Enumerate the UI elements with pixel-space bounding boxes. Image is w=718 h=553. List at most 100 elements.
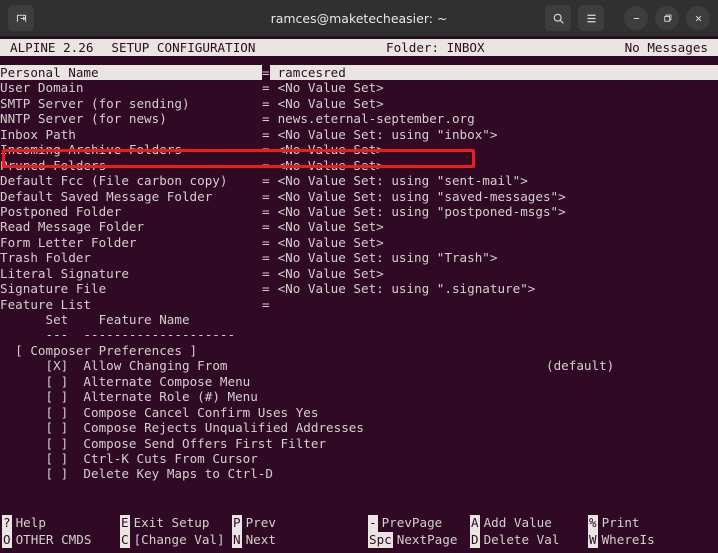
feature-item[interactable]: [ ] Compose Cancel Confirm Uses Yes [0,405,718,420]
config-row[interactable]: Trash Folder = <No Value Set: using "Tras… [0,250,718,265]
feature-section-header: [ Composer Preferences ] [0,342,198,358]
config-row-equals: = [262,234,270,250]
help-key[interactable]: A [470,515,480,532]
config-row[interactable]: User Domain = <No Value Set> [0,80,718,95]
feature-item[interactable]: [ ] Delete Key Maps to Ctrl-D [0,466,718,481]
feature-item[interactable]: [ ] Ctrl-K Cuts From Cursor [0,451,718,466]
feature-checkbox[interactable]: [ ] [46,374,69,389]
feature-label: Delete Key Maps to Ctrl-D [83,466,273,482]
help-key[interactable]: W [588,531,598,548]
help-entry[interactable]: ? Help [2,515,46,532]
config-row-value[interactable]: <No Value Set: using "sent-mail"> [270,173,528,188]
config-row-equals: = [262,188,270,204]
close-icon[interactable] [686,6,710,30]
config-row-equals: = [262,296,270,312]
config-row-value[interactable]: <No Value Set> [270,96,384,111]
feature-item[interactable]: [ ] Alternate Role (#) Menu [0,389,718,404]
feature-item[interactable]: [ ] Alternate Compose Menu [0,374,718,389]
help-entry[interactable]: O OTHER CMDS [2,531,92,548]
minimize-icon[interactable] [624,6,648,30]
feature-checkbox[interactable]: [ ] [46,420,69,435]
help-key[interactable]: N [232,531,242,548]
config-row-value[interactable]: ramcesred [270,65,718,81]
config-row-value[interactable]: <No Value Set: using "Trash"> [270,250,498,265]
config-row[interactable]: Personal Name = ramcesred [0,65,718,81]
help-entry[interactable]: W WhereIs [588,531,655,548]
config-row[interactable]: Feature List = [0,297,718,312]
config-row[interactable]: SMTP Server (for sending) = <No Value Set… [0,96,718,111]
help-key[interactable]: D [470,531,480,548]
help-key[interactable]: % [588,515,598,532]
help-key[interactable]: O [2,531,12,548]
help-entry[interactable]: Spc NextPage [368,531,458,548]
config-row-value[interactable]: news.eternal-september.org [270,111,475,126]
config-row-value[interactable]: <No Value Set> [270,80,384,95]
feature-item[interactable]: [ ] Compose Rejects Unqualified Addresse… [0,420,718,435]
config-list[interactable]: Personal Name = ramcesred User Domain = <No… [0,65,718,482]
feature-label: Compose Cancel Confirm Uses Yes [83,404,319,420]
feature-checkbox[interactable]: [ ] [46,451,69,466]
help-entry[interactable]: A Add Value [470,515,552,532]
config-row-value[interactable]: <No Value Set> [270,219,384,234]
feature-checkbox[interactable]: [ ] [46,436,69,451]
maximize-icon[interactable] [655,6,679,30]
config-row[interactable]: Postponed Folder = <No Value Set: using "… [0,204,718,219]
feature-checkbox[interactable]: [ ] [46,389,69,404]
feature-default-note: (default) [546,358,615,374]
help-key[interactable]: - [368,515,378,532]
config-row-value[interactable]: <No Value Set: using "inbox"> [270,127,498,142]
config-row[interactable]: Read Message Folder = <No Value Set> [0,219,718,234]
new-tab-icon[interactable] [8,5,34,31]
feature-checkbox[interactable]: [ ] [46,466,69,481]
help-key[interactable]: Spc [368,531,393,548]
config-row-equals: = [262,65,270,80]
help-label: Exit Setup [133,515,210,530]
feature-item[interactable]: [X] Allow Changing From (default) [0,358,718,373]
config-row-equals: = [262,173,270,189]
window-titlebar: ramces@maketecheasier: ~ [0,0,718,37]
help-label: NextPage [396,531,458,547]
help-entry[interactable]: % Print [588,515,640,532]
help-key[interactable]: E [120,515,130,532]
config-row-label: Postponed Folder [0,203,122,219]
config-row-label: Default Fcc (File carbon copy) [0,173,228,189]
alpine-screen-title: SETUP CONFIGURATION [111,39,256,55]
feature-checkbox[interactable]: [X] [46,358,69,373]
search-icon[interactable] [545,5,571,31]
config-row[interactable]: Default Fcc (File carbon copy) = <No Valu… [0,173,718,188]
config-row-value[interactable]: <No Value Set> [270,235,384,250]
config-row-value[interactable]: <No Value Set: using "saved-messages"> [270,189,566,204]
alpine-version: ALPINE 2.26 [10,39,94,55]
feature-checkbox[interactable]: [ ] [46,405,69,420]
help-label: OTHER CMDS [15,531,92,547]
config-row-label: User Domain [0,80,84,96]
help-entry[interactable]: D Delete Val [470,531,560,548]
help-label: Print [601,515,640,530]
hamburger-menu-icon[interactable] [578,5,604,31]
config-row-value[interactable]: <No Value Set: using ".signature"> [270,281,536,296]
config-row[interactable]: Inbox Path = <No Value Set: using "inbox"… [0,127,718,142]
help-key[interactable]: ? [2,515,12,532]
help-key[interactable]: C [120,531,130,548]
help-entry[interactable]: P Prev [232,515,276,532]
config-row[interactable]: Literal Signature = <No Value Set> [0,266,718,281]
help-entry[interactable]: E Exit Setup [120,515,209,532]
config-row-label: Trash Folder [0,250,91,266]
help-entry[interactable]: C [Change Val] [120,531,225,548]
config-row[interactable]: Form Letter Folder = <No Value Set> [0,235,718,250]
help-key[interactable]: P [232,515,242,532]
config-row-equals: = [262,111,270,127]
help-label: Delete Val [483,531,560,547]
config-row-value[interactable]: <No Value Set> [270,266,384,281]
terminal-screen[interactable]: ALPINE 2.26 SETUP CONFIGURATION Folder: … [0,37,718,553]
help-entry[interactable]: N Next [232,531,276,548]
config-row-value[interactable]: <No Value Set: using "postponed-msgs"> [270,204,566,219]
config-row[interactable]: Default Saved Message Folder = <No Value … [0,189,718,204]
feature-item[interactable]: [ ] Compose Send Offers First Filter [0,436,718,451]
help-entry[interactable]: - PrevPage [368,515,442,532]
config-row[interactable]: NNTP Server (for news) = news.eternal-sep… [0,111,718,126]
config-row-value[interactable] [270,297,278,312]
help-label: Add Value [483,515,552,530]
titlebar-right-controls [545,5,718,31]
config-row[interactable]: Signature File = <No Value Set: using ".s… [0,281,718,296]
